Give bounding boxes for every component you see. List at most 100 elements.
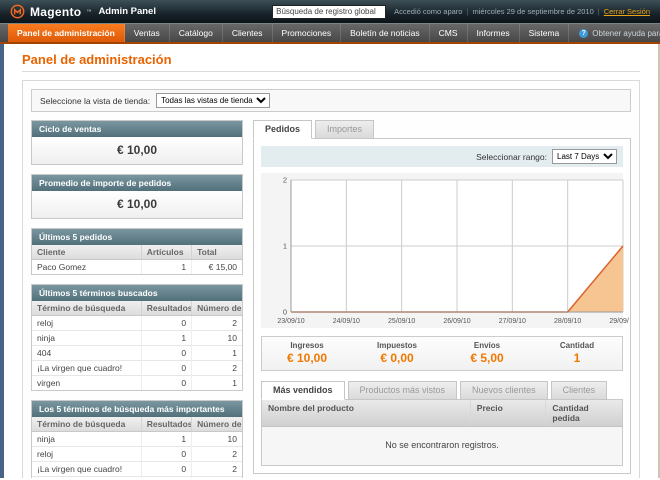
table-cell: 0 (141, 462, 191, 477)
panel-title: Promedio de importe de pedidos (32, 175, 242, 191)
current-date: miércoles 29 de septiembre de 2010 (472, 7, 593, 16)
tab-importes[interactable]: Importes (315, 120, 374, 139)
nav-item-clientes[interactable]: Clientes (223, 24, 273, 42)
grid-column-header: Cantidad pedida (546, 400, 622, 426)
nav-item-cms[interactable]: CMS (430, 24, 468, 42)
table-cell: 1 (192, 346, 242, 361)
magento-logo-icon (10, 4, 25, 19)
logo-title: Magento (30, 5, 81, 19)
chart-area: 01223/09/1024/09/1025/09/1026/09/1027/09… (261, 173, 623, 328)
help-label: Obtener ayuda para esta página (592, 29, 660, 38)
store-view-select[interactable]: Todas las vistas de tienda (156, 93, 270, 108)
logged-in-text: Accedió como aparo (394, 7, 462, 16)
nav-item-sistema[interactable]: Sistema (520, 24, 570, 42)
column-header: Cliente (32, 245, 141, 260)
table-cell: 1 (192, 376, 242, 391)
svg-text:23/09/10: 23/09/10 (277, 318, 304, 325)
panel-value: € 10,00 (32, 137, 242, 164)
table-row[interactable]: reloj02 (32, 447, 242, 462)
tab-mas-vendidos[interactable]: Más vendidos (261, 381, 345, 400)
panel-title: Los 5 términos de búsqueda más important… (32, 401, 242, 417)
left-column: Ciclo de ventas€ 10,00Promedio de import… (31, 120, 243, 478)
panel-title: Últimos 5 pedidos (32, 229, 242, 245)
dashboard-container: Seleccione la vista de tienda: Todas las… (22, 80, 640, 478)
table-row[interactable]: ¡La virgen que cuadro!02 (32, 361, 242, 376)
total-label: Cantidad (532, 341, 622, 350)
table-cell: 1 (141, 331, 191, 346)
table-cell: 0 (141, 477, 191, 479)
svg-text:0: 0 (283, 308, 287, 317)
bestsellers-grid: Nombre del productoPrecioCantidad pedida… (261, 399, 623, 466)
table-cell: ¡La virgen que cuadro! (32, 462, 141, 477)
column-header: Término de búsqueda (32, 301, 141, 316)
global-search-input[interactable] (272, 5, 386, 19)
magento-admin-window: Magento ™ Admin Panel Accedió como aparo … (0, 0, 660, 480)
table-row[interactable]: ninja110 (32, 432, 242, 447)
column-header: Resultados (141, 301, 191, 316)
total-label: Ingresos (262, 341, 352, 350)
nav-item-ventas[interactable]: Ventas (125, 24, 170, 42)
right-column: PedidosImportes Seleccionar rango: Last … (253, 120, 631, 474)
page-body: Panel de administración Seleccione la vi… (0, 44, 660, 478)
tab-pedidos[interactable]: Pedidos (253, 120, 312, 139)
nav-item-boletin-de-noticias[interactable]: Boletín de noticias (341, 24, 429, 42)
nav-item-catalogo[interactable]: Catálogo (170, 24, 223, 42)
total-value: € 10,00 (262, 351, 352, 365)
store-switcher: Seleccione la vista de tienda: Todas las… (31, 89, 631, 112)
nav-item-informes[interactable]: Informes (468, 24, 520, 42)
logout-link[interactable]: Cerrar Sesión (604, 7, 650, 16)
orders-chart: 01223/09/1024/09/1025/09/1026/09/1027/09… (261, 176, 629, 328)
logo-subtitle: Admin Panel (98, 6, 156, 17)
table-cell: 2 (192, 316, 242, 331)
panel-ultimos-5-terminos-buscados: Últimos 5 términos buscadosTérmino de bú… (31, 284, 243, 391)
help-link[interactable]: ? Obtener ayuda para esta página (569, 24, 660, 42)
table-cell: ninja (32, 331, 141, 346)
table-cell: virgen (32, 376, 141, 391)
svg-text:1: 1 (283, 242, 287, 251)
total-label: Impuestos (352, 341, 442, 350)
dashboard-columns: Ciclo de ventas€ 10,00Promedio de import… (31, 120, 631, 478)
range-select[interactable]: Last 7 Days (552, 149, 617, 164)
svg-text:26/09/10: 26/09/10 (443, 318, 470, 325)
panel-promedio-de-importe-de-pedidos: Promedio de importe de pedidos€ 10,00 (31, 174, 243, 219)
table-row[interactable]: 40401 (32, 346, 242, 361)
tab-productos-mas-vistos[interactable]: Productos más vistos (348, 381, 458, 400)
table-cell: 404 (32, 346, 141, 361)
grid-tabs: Más vendidosProductos más vistosNuevos c… (261, 381, 623, 400)
table-row[interactable]: ninja110 (32, 331, 242, 346)
table-cell: 0 (141, 361, 191, 376)
table-cell: 1 (192, 477, 242, 479)
grid-empty-message: No se encontraron registros. (262, 427, 622, 465)
table-cell: 1 (141, 432, 191, 447)
panel-title: Últimos 5 términos buscados (32, 285, 242, 301)
range-toolbar: Seleccionar rango: Last 7 Days (261, 146, 623, 167)
column-header: Número de usos (192, 301, 242, 316)
total-value: € 5,00 (442, 351, 532, 365)
table-row[interactable]: virgen01 (32, 376, 242, 391)
table-cell: 2 (192, 447, 242, 462)
panel-ultimos-5-pedidos: Últimos 5 pedidosClienteArtículosTotalPa… (31, 228, 243, 275)
header-meta: Accedió como aparo | miércoles 29 de sep… (394, 7, 650, 16)
column-header: Total (192, 245, 242, 260)
grid-header: Nombre del productoPrecioCantidad pedida (262, 400, 622, 427)
table-cell: reloj (32, 447, 141, 462)
table-row[interactable]: Paco Gomez1€ 15,00 (32, 260, 242, 275)
nav-item-panel-de-administracion[interactable]: Panel de administración (8, 24, 125, 42)
nav-item-promociones[interactable]: Promociones (273, 24, 342, 42)
table-cell: 1 (141, 260, 191, 275)
table-row[interactable]: ¡La virgen que cuadro!02 (32, 462, 242, 477)
magento-logo: Magento ™ Admin Panel (10, 4, 156, 19)
logo-trademark: ™ (86, 9, 91, 15)
total-value: € 0,00 (352, 351, 442, 365)
table-cell: 2 (192, 361, 242, 376)
range-label: Seleccionar rango: (476, 152, 547, 162)
tab-nuevos-clientes[interactable]: Nuevos clientes (460, 381, 548, 400)
help-icon: ? (579, 29, 588, 38)
column-header: Número de usos (192, 417, 242, 432)
table-row[interactable]: 40401 (32, 477, 242, 479)
table-row[interactable]: reloj02 (32, 316, 242, 331)
tab-clientes[interactable]: Clientes (551, 381, 608, 400)
nav-items: Panel de administraciónVentasCatálogoCli… (8, 24, 569, 42)
panel-value: € 10,00 (32, 191, 242, 218)
main-nav: Panel de administraciónVentasCatálogoCli… (0, 23, 660, 44)
